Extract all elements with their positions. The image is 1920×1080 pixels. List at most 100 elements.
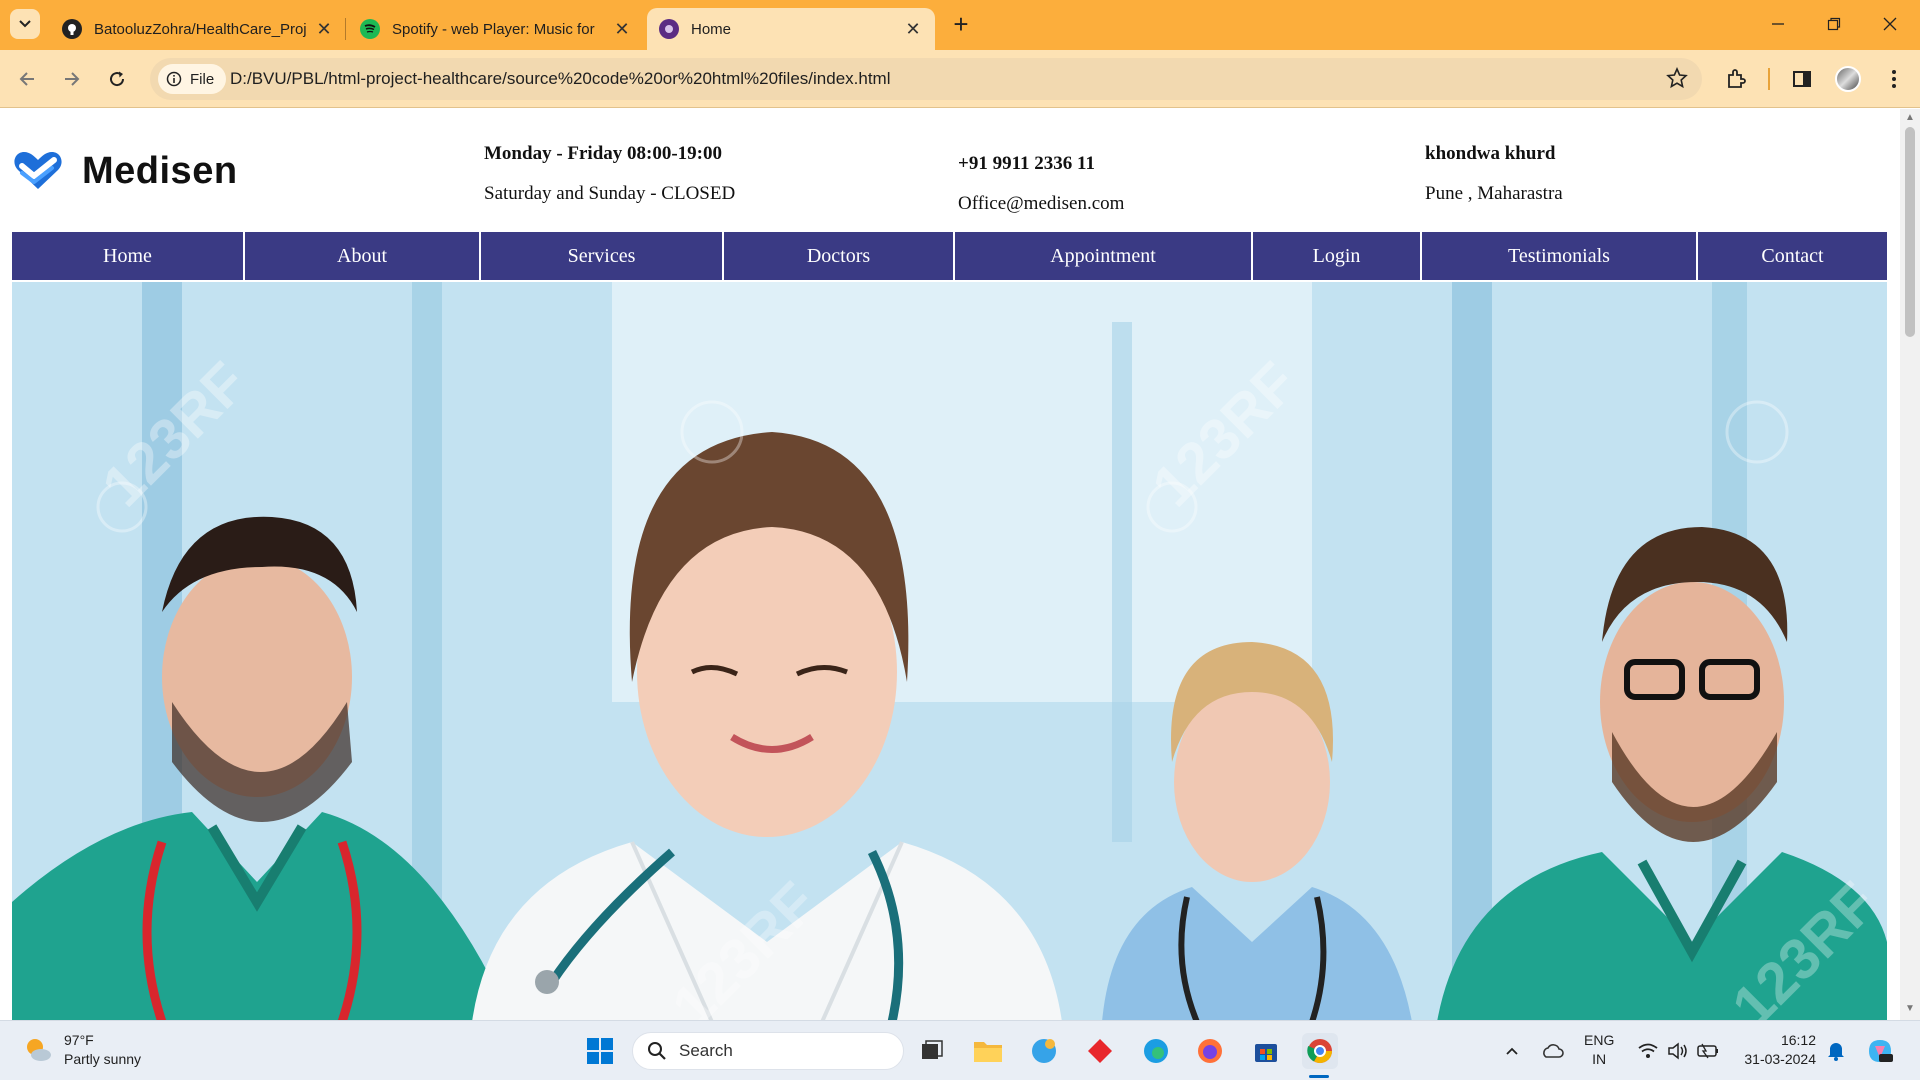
clock-time: 16:12 [1780,1032,1816,1048]
weekday-hours: Monday - Friday 08:00-19:00 [484,143,723,164]
close-window-button[interactable] [1870,8,1910,40]
store-button[interactable] [1248,1033,1284,1069]
spotify-icon [360,19,380,39]
close-icon[interactable]: ✕ [314,19,334,39]
address-info: khondwa khurd Pune , Maharastra [1425,143,1563,205]
tab-title: Home [691,20,732,38]
tab-search-button[interactable] [10,9,40,39]
menu-button[interactable] [1878,63,1910,95]
folder-icon [974,1042,1002,1062]
store-icon [1255,1044,1277,1062]
restore-icon [1827,17,1841,31]
address-bar[interactable]: File D:/BVU/PBL/html-project-healthcare/… [150,58,1702,100]
tab-spotify[interactable]: Spotify - web Player: Music for ✕ [348,8,644,50]
task-view-button[interactable] [914,1033,950,1069]
weather-widget[interactable]: 97°F Partly sunny [22,1031,141,1069]
tab-strip: BatooluzZohra/HealthCare_Proj ✕ Spotify … [0,0,1920,50]
contact-info: +91 9911 2336 11 Office@medisen.com [958,153,1124,215]
chevron-up-icon [1506,1047,1518,1055]
bookmark-star-icon[interactable] [1666,66,1688,94]
reload-button[interactable] [100,62,134,96]
forward-button[interactable] [55,62,89,96]
firefox-icon [1198,1039,1222,1063]
start-button[interactable] [582,1033,618,1069]
scrollbar-thumb[interactable] [1905,127,1915,337]
side-panel-button[interactable] [1786,63,1818,95]
copilot-preview-button[interactable] [1862,1033,1898,1069]
file-explorer-button[interactable] [970,1033,1006,1069]
bell-icon [1828,1043,1844,1061]
minimize-icon [1772,23,1784,25]
clock[interactable]: 16:12 31-03-2024 [1734,1031,1816,1069]
side-panel-icon [1793,71,1811,87]
battery-icon [1697,1043,1718,1059]
site-info-chip[interactable]: File [158,64,227,94]
tab-github[interactable]: BatooluzZohra/HealthCare_Proj ✕ [50,8,346,50]
more-vertical-icon [1892,70,1896,88]
new-tab-button[interactable]: + [946,10,976,40]
nav-appointment[interactable]: Appointment [955,232,1253,280]
arrow-left-icon [19,72,34,86]
tray-overflow-button[interactable] [1494,1033,1530,1069]
site-logo[interactable]: Medisen [12,149,238,193]
nav-services[interactable]: Services [481,232,724,280]
active-app-indicator [1309,1075,1329,1078]
nav-about[interactable]: About [245,232,481,280]
copilot-button[interactable] [1026,1033,1062,1069]
back-button[interactable] [10,62,44,96]
app-button[interactable] [1082,1033,1118,1069]
firefox-button[interactable] [1192,1033,1228,1069]
onedrive-button[interactable] [1534,1033,1570,1069]
main-nav: Home About Services Doctors Appointment … [12,232,1887,280]
nav-contact[interactable]: Contact [1698,232,1887,280]
address-line-1: khondwa khurd [1425,143,1556,164]
browser-toolbar: File D:/BVU/PBL/html-project-healthcare/… [0,50,1920,108]
nav-home[interactable]: Home [12,232,245,280]
search-icon [648,1042,666,1060]
taskbar-search[interactable]: Search [632,1032,904,1070]
copilot-icon [1032,1039,1056,1063]
heart-logo-icon [14,152,62,189]
weather-temp: 97°F [64,1032,94,1048]
toolbar-divider [1768,68,1770,90]
url-text[interactable]: D:/BVU/PBL/html-project-healthcare/sourc… [230,69,891,89]
restore-button[interactable] [1814,8,1854,40]
edge-button[interactable] [1138,1033,1174,1069]
weekend-hours: Saturday and Sunday - CLOSED [484,183,736,204]
nav-login[interactable]: Login [1253,232,1422,280]
language-indicator[interactable]: ENG IN [1584,1031,1614,1069]
site-chip-label: File [190,70,215,88]
scroll-up-icon[interactable]: ▲ [1904,113,1916,123]
arrow-right-icon [65,72,80,86]
email-address[interactable]: Office@medisen.com [958,193,1124,215]
page-viewport: Medisen Monday - Friday 08:00-19:00 Satu… [0,109,1900,1020]
diamond-app-icon [1088,1039,1112,1063]
lang-code: ENG [1584,1032,1615,1048]
scroll-down-icon[interactable]: ▼ [1904,1004,1916,1014]
search-label: Search [679,1041,733,1060]
page-scrollbar[interactable]: ▲ ▼ [1900,109,1920,1020]
battery-button[interactable] [1690,1033,1726,1069]
address-line-2: Pune , Maharastra [1425,183,1563,204]
profile-button[interactable] [1832,63,1864,95]
partly-sunny-icon [27,1039,51,1061]
cloud-icon [1543,1044,1564,1058]
nav-doctors[interactable]: Doctors [724,232,955,280]
nav-testimonials[interactable]: Testimonials [1422,232,1698,280]
doctors-team-illustration: 123RF 123RF 123RF 123RF [12,282,1887,1020]
notifications-button[interactable] [1818,1033,1854,1069]
chrome-button[interactable] [1302,1033,1338,1069]
windows-icon [587,1038,613,1064]
phone-number: +91 9911 2336 11 [958,153,1095,174]
opening-hours: Monday - Friday 08:00-19:00 Saturday and… [484,143,735,205]
edge-icon [1144,1039,1168,1063]
windows-taskbar: 97°F Partly sunny Search ENG IN 16:12 31… [0,1020,1920,1080]
minimize-button[interactable] [1758,8,1798,40]
tab-title: Spotify - web Player: Music for [392,20,595,38]
tab-home[interactable]: Home ✕ [647,8,935,50]
hero-image: 123RF 123RF 123RF 123RF [12,282,1887,1020]
clock-date: 31-03-2024 [1744,1051,1816,1067]
close-icon[interactable]: ✕ [903,19,923,39]
extensions-button[interactable] [1720,63,1752,95]
close-icon[interactable]: ✕ [612,19,632,39]
